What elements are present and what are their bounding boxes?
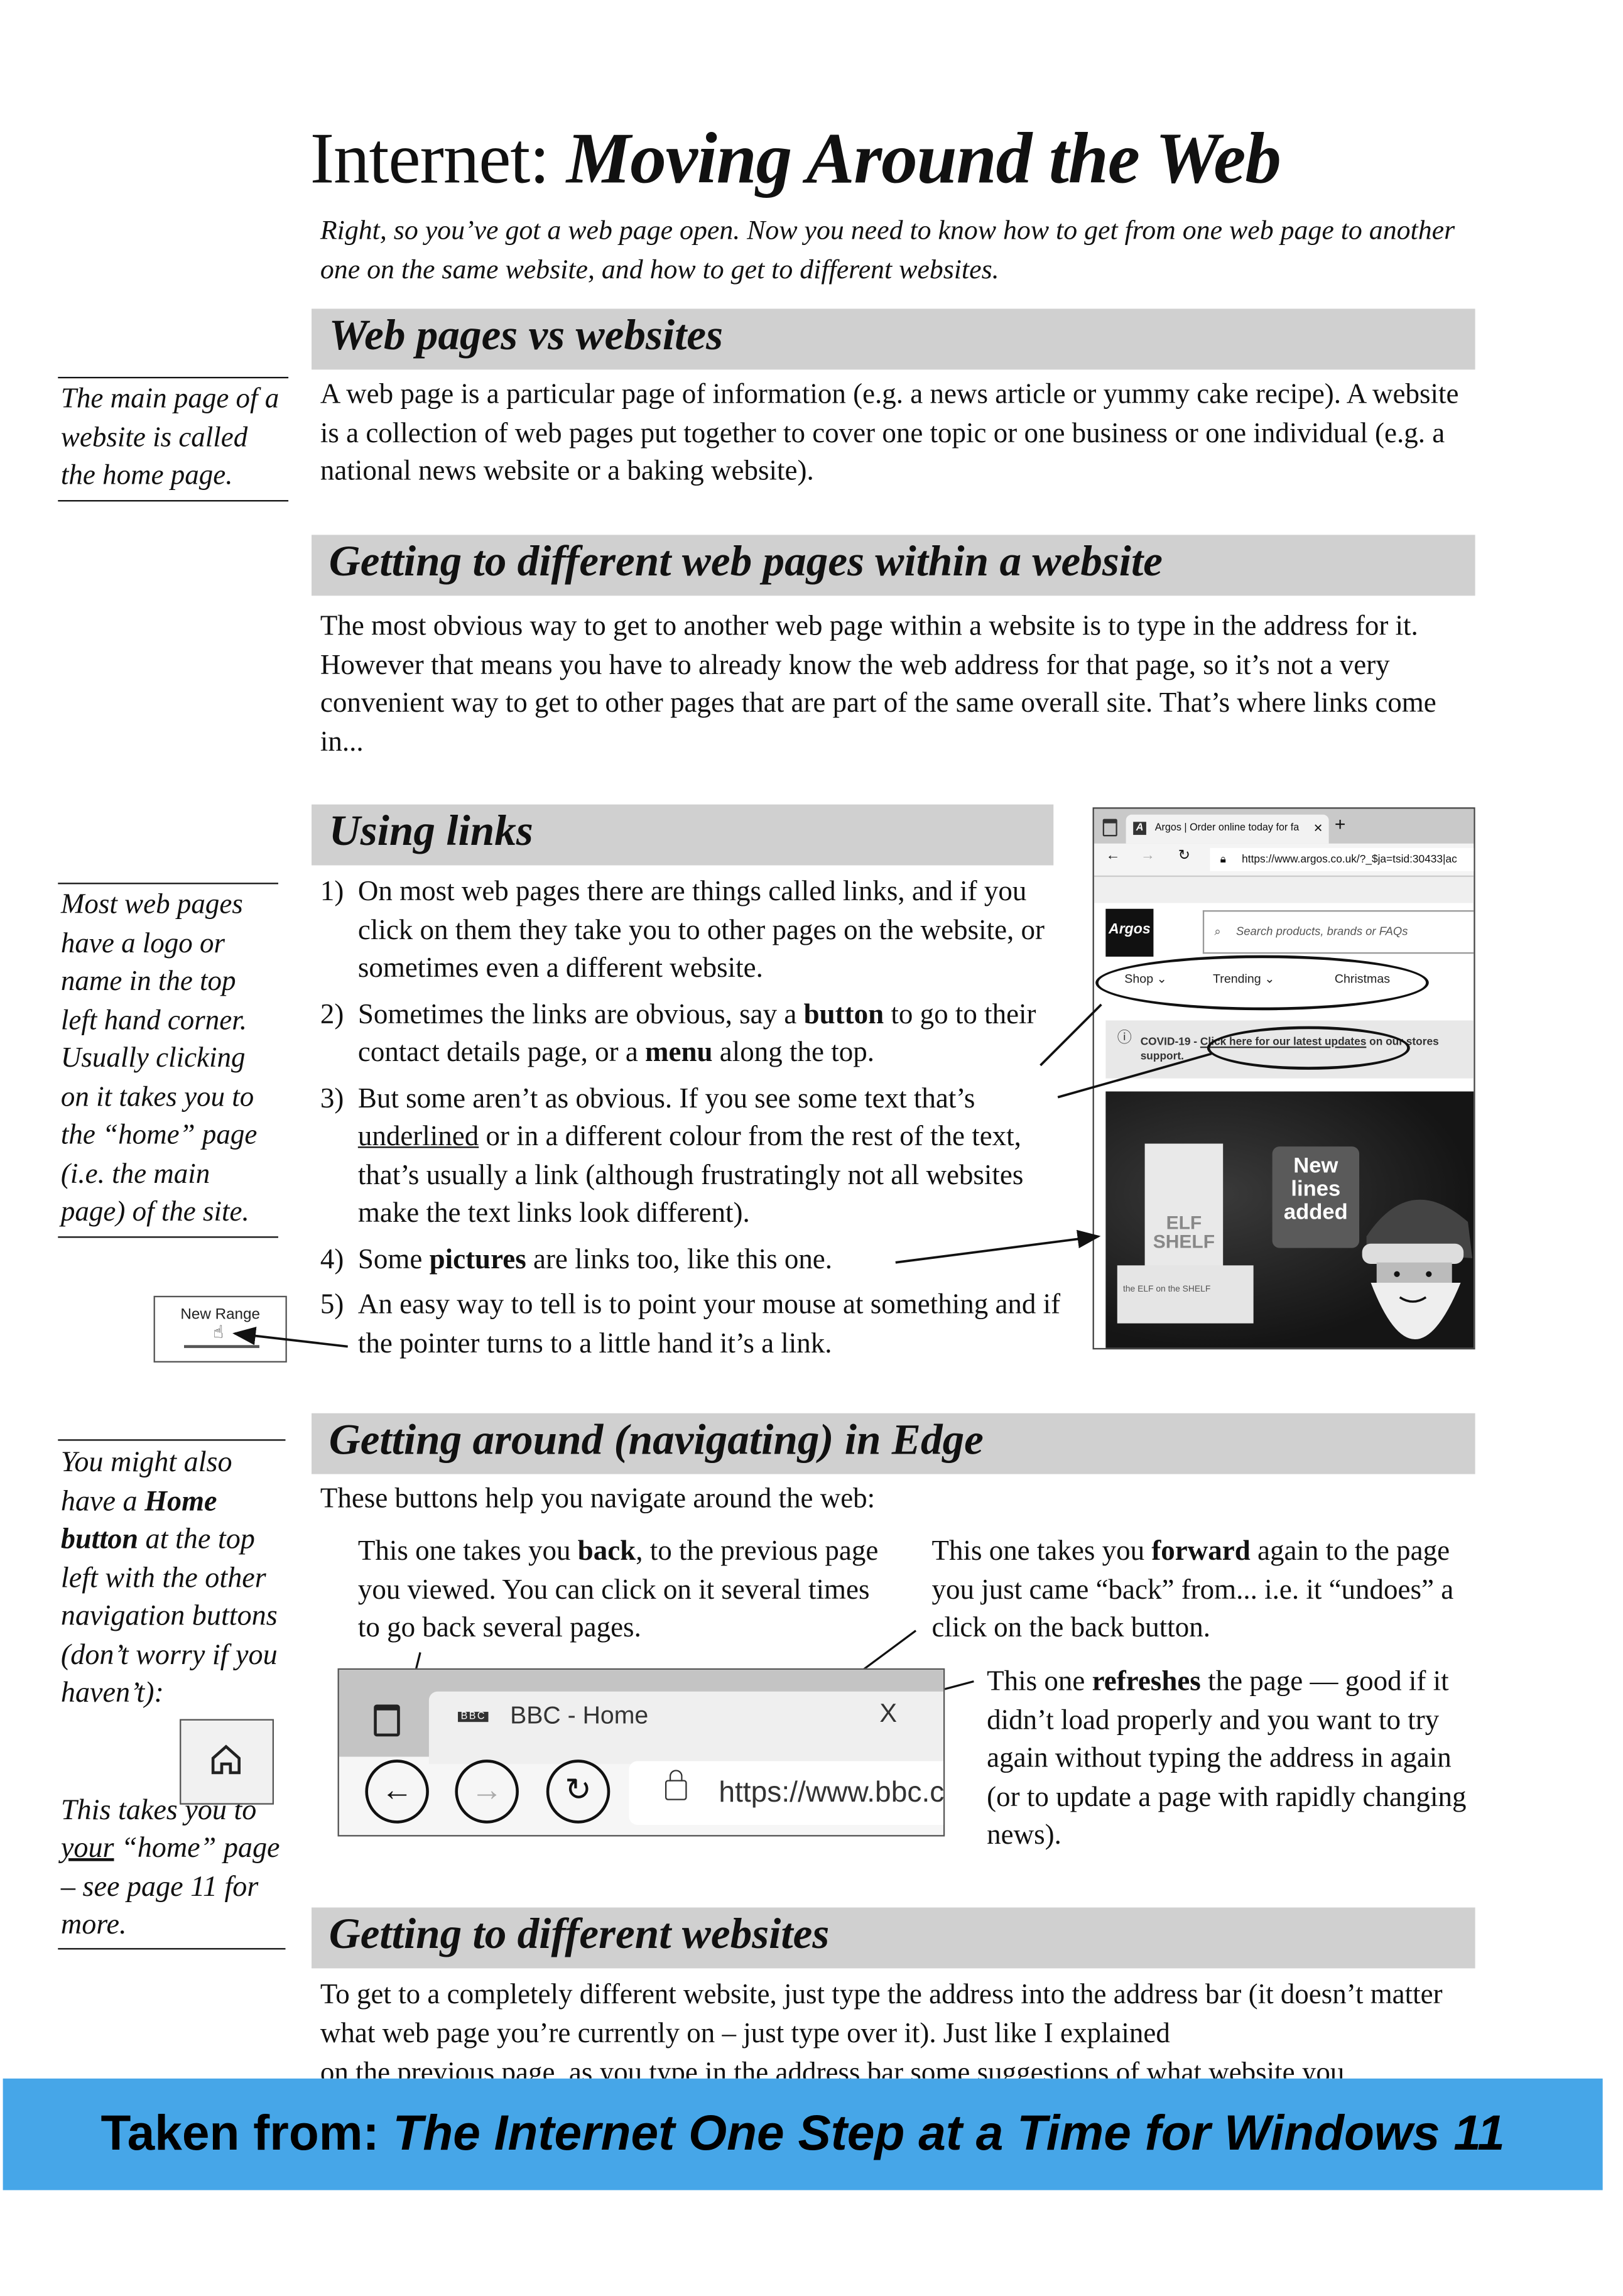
forward-description: This one takes you forward again to the … [931,1536,1454,1644]
tab-title: BBC - Home [510,1701,649,1729]
back-description: This one takes you back, to the previous… [357,1536,879,1644]
navigating-intro: These buttons help you navigate around t… [320,1484,876,1515]
home-button-example [180,1719,274,1805]
back-button[interactable]: ← [365,1760,429,1824]
heading-navigating: Getting around (navigating) in Edge [312,1413,1475,1474]
tab-actions-icon[interactable] [374,1704,400,1737]
sidenote-home-button: You might also have a Home button at the… [58,1439,286,1949]
different-body: To get to a completely different website… [320,1979,1443,2049]
browser-tab[interactable] [428,1691,943,1765]
refresh-description: This one refreshes the page — good if it… [987,1667,1467,1851]
close-tab-icon[interactable]: X [879,1699,897,1729]
forward-button[interactable]: → [455,1760,519,1824]
edge-browser-screenshot: BBC BBC - Home X https://www.bbc.c ← → ↻ [337,1668,945,1837]
page: Internet: Moving Around the Web Right, s… [0,0,1623,2296]
bbc-favicon-icon: BBC [458,1712,489,1722]
home-icon [211,1744,241,1775]
heading-different: Getting to different websites [312,1907,1475,1969]
lock-icon [665,1770,687,1800]
different-body-clipped: on the previous page, as you type in the… [320,2058,1345,2079]
refresh-button[interactable]: ↻ [546,1760,611,1824]
source-banner: Taken from: The Internet One Step at a T… [3,2078,1603,2190]
